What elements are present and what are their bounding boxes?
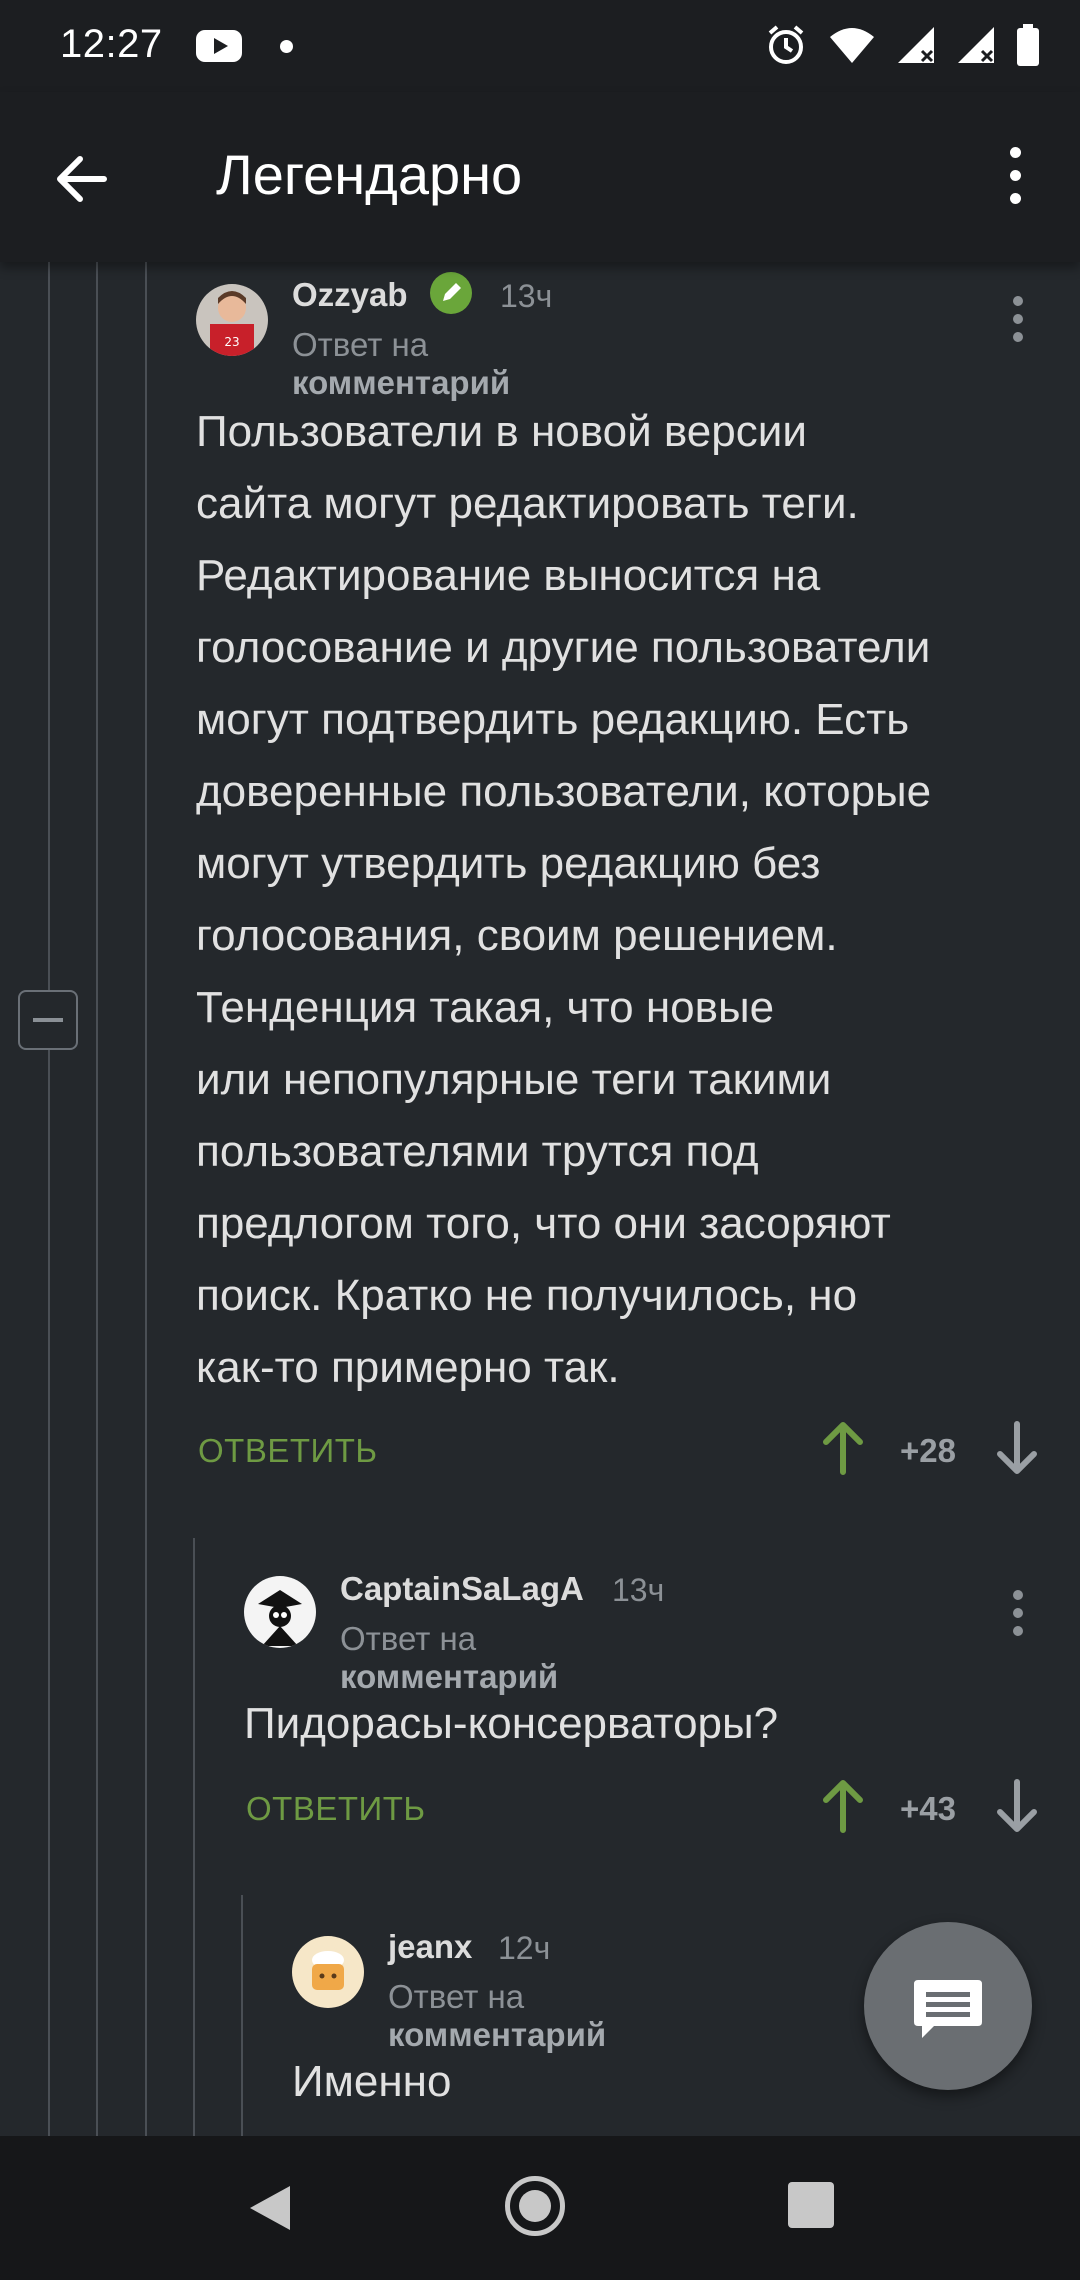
comment-time: 13ч [612,1572,665,1608]
arrow-down-icon [997,1421,1037,1474]
more-vertical-icon [980,147,1050,204]
reply-button[interactable]: ОТВЕТИТЬ [198,1432,378,1470]
back-button[interactable] [48,144,118,214]
nav-home-button[interactable] [505,2176,565,2236]
thread-line-3 [145,262,147,2136]
status-time: 12:27 [60,22,163,66]
comment-score: +28 [900,1432,956,1469]
comment-time: 13ч [500,278,553,314]
thread-line-1 [48,262,50,2136]
comment-text: Пидорасы-консерваторы? [244,1699,779,1748]
comment-menu-button[interactable] [998,1586,1038,1646]
collapse-thread-button[interactable] [18,990,78,1050]
arrow-up-icon [823,1780,863,1833]
comment-author[interactable]: jeanx [388,1928,472,1966]
comment-time: 12ч [498,1930,551,1966]
reply-to-prefix: Ответ на [340,1620,477,1657]
reply-to-prefix: Ответ на [292,326,429,363]
upvote-button[interactable] [818,1778,868,1834]
arrow-down-icon [997,1779,1037,1832]
reply-to-line: Ответ на комментарий [388,1978,606,2054]
downvote-button[interactable] [992,1778,1042,1834]
status-bar: 12:27 [0,0,1080,92]
triangle-back-icon [250,2186,290,2230]
page-title: Легендарно [216,143,523,206]
reply-to-prefix: Ответ на [388,1978,525,2015]
arrow-left-icon [57,156,107,202]
status-icons [764,22,1040,72]
reply-to-line: Ответ на комментарий [292,326,510,402]
overflow-menu-button[interactable] [980,142,1050,218]
pencil-icon [430,272,472,314]
avatar[interactable]: 23 [196,284,268,356]
signal-icon [956,25,996,70]
avatar[interactable] [292,1936,364,2008]
comment-author[interactable]: CaptainSaLagA [340,1570,584,1608]
reply-to-line: Ответ на комментарий [340,1620,558,1696]
dot-icon [280,40,293,53]
alarm-icon [764,23,808,72]
svg-text:23: 23 [224,335,239,349]
nav-recents-button[interactable] [788,2182,834,2228]
downvote-button[interactable] [992,1420,1042,1476]
comment-icon [914,1980,982,2038]
thread-line-2 [96,262,98,2136]
comment-author[interactable]: Ozzyab [292,276,408,314]
app-bar: Легендарно [0,92,1080,262]
more-vertical-icon [998,296,1038,342]
nav-back-button[interactable] [244,2182,294,2239]
wifi-icon [828,25,876,70]
comment-score: +43 [900,1790,956,1827]
battery-icon [1016,23,1040,71]
arrow-up-icon [823,1422,863,1475]
youtube-icon [196,30,242,62]
comment-text: Пользователи в новой версии сайта могут … [196,407,932,1392]
signal-icon [896,25,936,70]
comment-menu-button[interactable] [998,292,1038,352]
comments-fab[interactable] [864,1922,1032,2090]
reply-button[interactable]: ОТВЕТИТЬ [246,1790,426,1828]
thread-line-5 [241,1895,243,2136]
avatar[interactable] [244,1576,316,1648]
upvote-button[interactable] [818,1420,868,1476]
thread-line-4 [193,1538,195,2136]
system-nav-bar [0,2136,1080,2280]
more-vertical-icon [998,1590,1038,1636]
